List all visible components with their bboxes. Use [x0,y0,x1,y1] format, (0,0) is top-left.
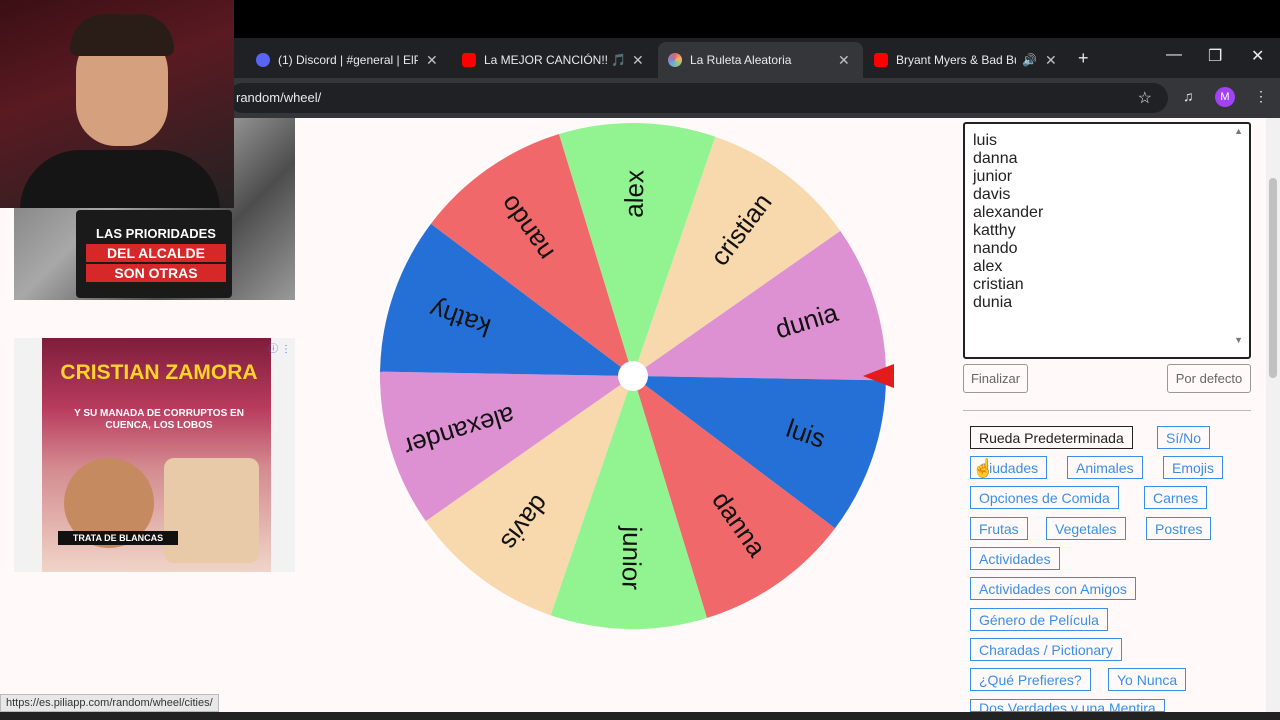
names-list-entry: dunia [973,294,1013,311]
preset-vegetables[interactable]: Vegetales [1046,517,1126,540]
page-scrollbar[interactable] [1266,118,1280,712]
preset-meats[interactable]: Carnes [1144,486,1208,509]
tab-title: La MEJOR CANCIÓN!! 🎵 Pa [484,53,624,67]
preset-yes-no[interactable]: Sí/No [1157,426,1211,449]
tab-title: (1) Discord | #general | ElPap [278,53,418,67]
profile-avatar[interactable]: M [1215,87,1235,107]
new-tab-icon[interactable]: + [1078,48,1089,69]
status-bar-url: https://es.piliapp.com/random/wheel/citi… [0,694,219,712]
names-list-entry: alex [973,258,1003,275]
names-list-entry: cristian [973,276,1024,293]
media-control-icon[interactable]: ♫ [1183,88,1194,104]
tab-title: La Ruleta Aleatoria [690,53,792,67]
taskbar-edge [0,712,1280,720]
youtube-icon [462,53,476,67]
bookmark-star-icon[interactable]: ☆ [1138,88,1152,108]
close-window-icon[interactable]: ✕ [1251,46,1264,66]
preset-would-you-rather[interactable]: ¿Qué Prefieres? [970,668,1091,691]
tab-title: Bryant Myers & Bad Bun [896,53,1016,67]
preset-activities-friends[interactable]: Actividades con Amigos [970,577,1136,600]
webcam-overlay [0,0,234,208]
wheel-favicon-icon [668,53,682,67]
ad-headline-line: LAS PRIORIDADES [96,226,216,241]
divider [963,410,1251,411]
mouse-cursor-icon: ☝ [972,458,995,478]
preset-default-wheel[interactable]: Rueda Predeterminada [970,426,1133,449]
scroll-down-arrow-icon[interactable]: ▼ [1234,335,1243,345]
scroll-thumb[interactable] [1269,178,1277,378]
discord-icon [256,53,270,67]
tab-youtube-music[interactable]: Bryant Myers & Bad Bun 🔊 ✕ [864,42,1069,78]
minimize-icon[interactable]: — [1166,46,1182,64]
preset-emojis[interactable]: Emojis [1163,456,1224,479]
ad-info-icon[interactable]: ⓘ ⋮ [268,340,291,355]
wheel-segment-label: alex [619,170,650,218]
names-list-entry: davis [973,186,1011,203]
preset-charades[interactable]: Charadas / Pictionary [970,638,1122,661]
names-list-entry: alexander [973,204,1044,221]
wheel-segment-label: junior [616,525,647,590]
menu-dots-icon[interactable]: ⋮ [1254,88,1268,105]
names-list-entry: nando [973,240,1018,257]
preset-activities[interactable]: Actividades [970,547,1060,570]
url-text: random/wheel/ [236,90,322,105]
preset-never-have-i-ever[interactable]: Yo Nunca [1108,668,1187,691]
names-list-entry: katthy [973,222,1016,239]
ad-tattoo-photo [164,458,259,563]
close-tab-icon[interactable]: ✕ [1045,52,1057,69]
tab-ruleta[interactable]: La Ruleta Aleatoria ✕ [658,42,863,78]
speaker-icon[interactable]: 🔊 [1022,53,1037,67]
address-bar[interactable]: random/wheel/ ☆ [228,83,1168,113]
spin-wheel[interactable]: dunialuisdannajuniordavisalexanderkathyn… [370,118,900,633]
preset-desserts[interactable]: Postres [1146,517,1212,540]
close-tab-icon[interactable]: ✕ [426,52,438,69]
preset-food-options[interactable]: Opciones de Comida [970,486,1119,509]
ad-banner-zamora[interactable]: CRISTIAN ZAMORA Y SU MANADA DE CORRUPTOS… [14,338,295,572]
names-list-entry: luis [973,132,998,149]
names-list-entry: junior [973,168,1013,185]
ad-subtitle: Y SU MANADA DE CORRUPTOS EN CUENCA, LOS … [74,408,244,431]
ad-caption: TRATA DE BLANCAS [58,531,178,545]
scroll-up-arrow-icon[interactable]: ▲ [1234,126,1243,136]
close-tab-icon[interactable]: ✕ [838,52,850,69]
preset-two-truths[interactable]: Dos Verdades y una Mentira [970,699,1165,712]
names-textarea[interactable]: ▲ ▼ luis danna junior davis alexander katthy n… [963,122,1251,359]
tab-youtube-song[interactable]: La MEJOR CANCIÓN!! 🎵 Pa ✕ [452,42,657,78]
ad-headline-line: SON OTRAS [86,264,226,282]
streamer-headphones [70,14,174,56]
preset-animals[interactable]: Animales [1067,456,1143,479]
streamer-body [20,150,220,208]
close-tab-icon[interactable]: ✕ [632,52,644,69]
tab-discord[interactable]: (1) Discord | #general | ElPap ✕ [246,42,451,78]
wheel-hub[interactable] [618,361,648,391]
ad-headline-line: DEL ALCALDE [86,244,226,262]
restore-icon[interactable]: ❐ [1208,46,1222,66]
youtube-icon [874,53,888,67]
preset-fruits[interactable]: Frutas [970,517,1028,540]
names-list-entry: danna [973,150,1018,167]
default-button[interactable]: Por defecto [1167,364,1251,393]
ad-title: CRISTIAN ZAMORA [60,361,258,384]
finish-button[interactable]: Finalizar [963,364,1028,393]
preset-movie-genre[interactable]: Género de Película [970,608,1108,631]
